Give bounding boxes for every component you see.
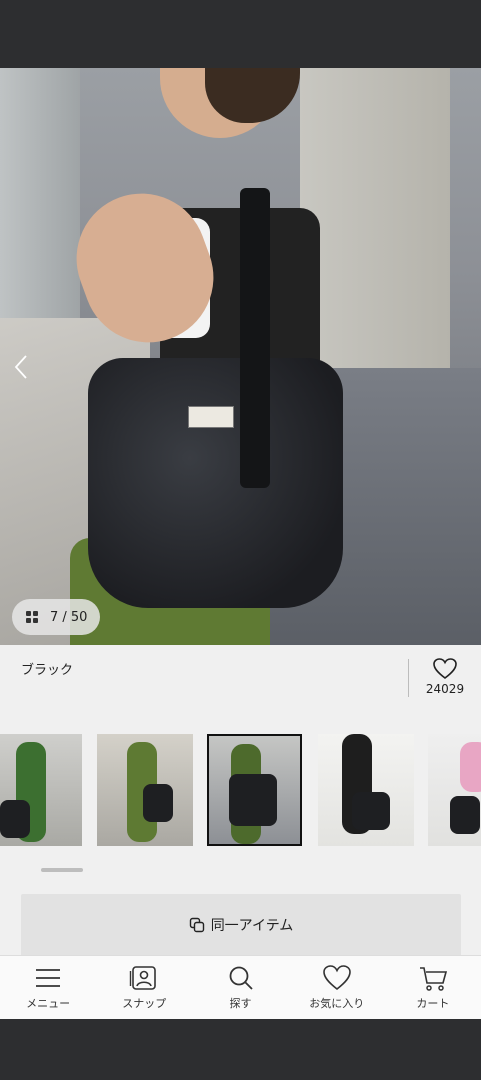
same-item-label: 同一アイテム (210, 917, 294, 934)
thumbnail-bag (352, 792, 390, 830)
image-counter[interactable]: 7 / 50 (12, 599, 100, 635)
favorite-count: 24029 (425, 682, 465, 696)
nav-item-cart[interactable]: カート (385, 956, 481, 1019)
nav-label: メニュー (26, 997, 71, 1010)
nav-label: スナップ (122, 997, 167, 1010)
product-info: ブラック 24029 同一アイテム (0, 645, 481, 955)
grid-icon (26, 611, 38, 623)
chevron-left-icon[interactable] (12, 353, 32, 381)
heart-icon[interactable] (432, 657, 458, 681)
menu-icon (36, 969, 61, 987)
photo-bag (188, 406, 234, 428)
search-icon (229, 966, 253, 990)
same-item-button[interactable]: 同一アイテム (21, 894, 461, 955)
heart-icon (322, 965, 351, 991)
thumbnail-strip[interactable] (0, 734, 481, 846)
thumbnail-bag (229, 774, 277, 826)
divider (408, 659, 409, 697)
thumbnail-figure (460, 742, 481, 792)
cart-icon (419, 967, 447, 991)
nav-item-search[interactable]: 探す (192, 956, 288, 1019)
photo-background (300, 68, 450, 368)
app-screen: 7 / 50 ブラック 24029 同一アイテム メニュー スナップ 探す お気… (0, 0, 481, 1080)
snap-icon (130, 966, 157, 990)
nav-label: 探す (229, 997, 252, 1010)
photo-bag (240, 188, 270, 488)
image-counter-text: 7 / 50 (50, 609, 88, 625)
nav-label: お気に入り (309, 997, 365, 1010)
color-name: ブラック (21, 663, 74, 678)
thumbnail[interactable] (0, 734, 82, 846)
scroll-indicator (41, 868, 83, 872)
system-nav-bar (0, 1019, 481, 1080)
thumbnail[interactable] (97, 734, 193, 846)
nav-item-favorites[interactable]: お気に入り (289, 956, 385, 1019)
nav-item-snap[interactable]: スナップ (96, 956, 192, 1019)
status-bar (0, 0, 481, 68)
product-main-image[interactable]: 7 / 50 (0, 68, 481, 645)
photo-bag (88, 358, 343, 608)
thumbnail-selected[interactable] (207, 734, 302, 846)
thumbnail[interactable] (428, 734, 481, 846)
thumbnail-bag (143, 784, 173, 822)
photo-background (0, 68, 80, 318)
thumbnail-bag (0, 800, 30, 838)
thumbnail-bag (450, 796, 480, 834)
nav-label: カート (416, 997, 450, 1010)
bottom-nav: メニュー スナップ 探す お気に入り カート (0, 955, 481, 1019)
copy-icon (189, 917, 204, 932)
thumbnail[interactable] (318, 734, 414, 846)
nav-item-menu[interactable]: メニュー (0, 956, 96, 1019)
